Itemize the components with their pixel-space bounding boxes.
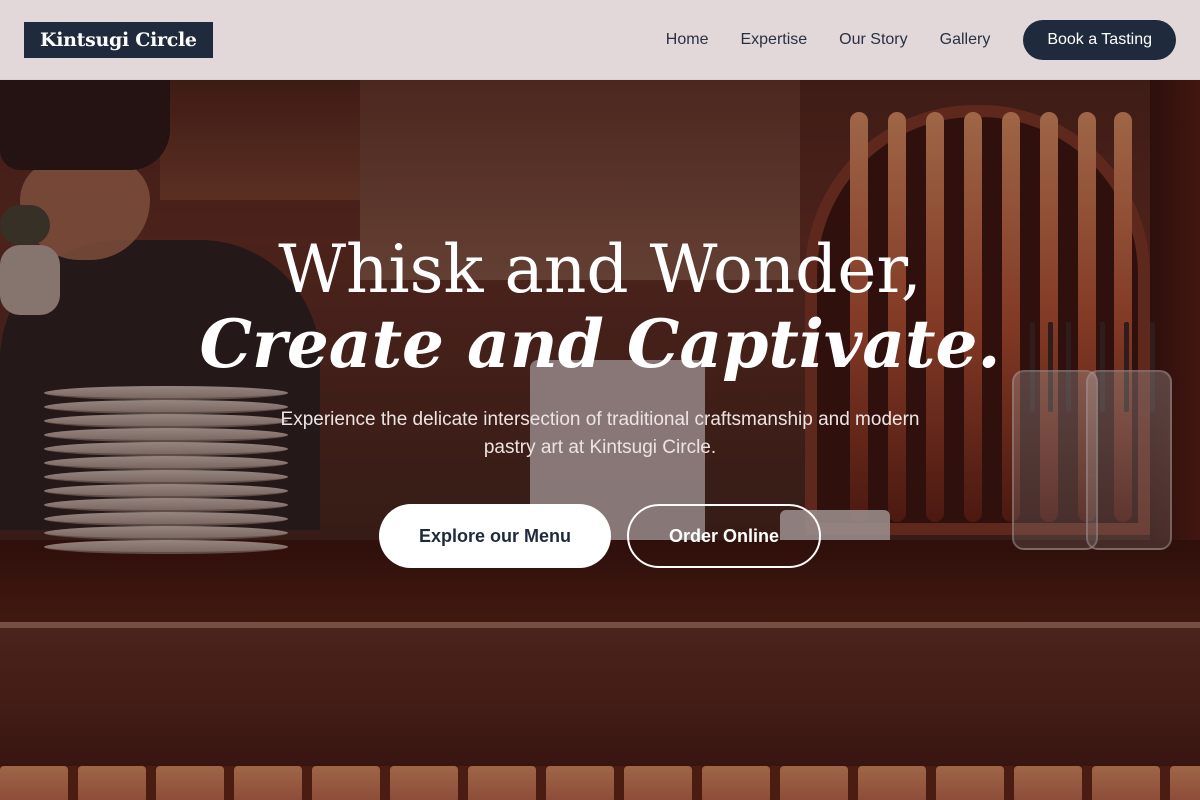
main-nav: Home Expertise Our Story Gallery Book a … — [666, 19, 1176, 60]
hero-actions: Explore our Menu Order Online — [0, 504, 1200, 568]
hero-headline-line2: Create and Captivate. — [199, 305, 1001, 383]
book-tasting-button[interactable]: Book a Tasting — [1023, 19, 1176, 60]
nav-our-story-link[interactable]: Our Story — [839, 31, 907, 49]
hero-headline-line1: Whisk and Wonder, — [278, 231, 922, 308]
nav-home-link[interactable]: Home — [666, 31, 709, 49]
explore-menu-button[interactable]: Explore our Menu — [379, 504, 611, 568]
order-online-button[interactable]: Order Online — [627, 504, 821, 568]
nav-expertise-link[interactable]: Expertise — [740, 31, 807, 49]
brand-logo[interactable]: Kintsugi Circle — [24, 21, 213, 58]
nav-gallery-link[interactable]: Gallery — [940, 31, 991, 49]
hero-content: Whisk and Wonder, Create and Captivate. … — [0, 232, 1200, 568]
hero-subtitle: Experience the delicate intersection of … — [280, 409, 920, 458]
site-header: Kintsugi Circle Home Expertise Our Story… — [0, 0, 1200, 80]
